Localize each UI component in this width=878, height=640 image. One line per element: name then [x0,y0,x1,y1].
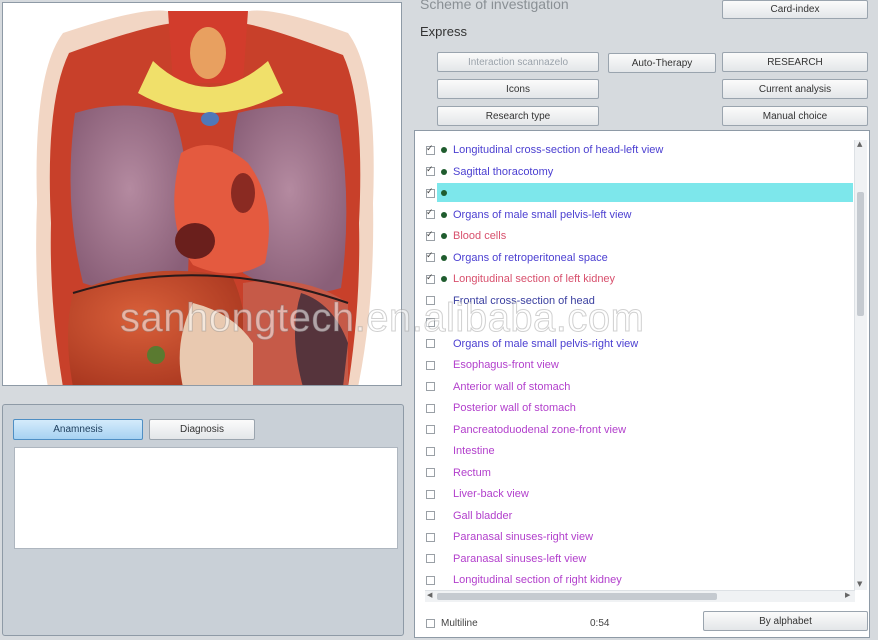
list-item-checkbox[interactable] [426,403,435,413]
scroll-down-icon[interactable]: ▼ [857,580,862,588]
list-item-checkbox[interactable] [426,250,435,262]
page-title: Scheme of investigation [420,0,569,12]
list-item-label: Blood cells [453,230,507,242]
list-item[interactable]: Organs of retroperitoneal space [426,248,608,268]
list-item[interactable] [426,183,453,203]
horizontal-scroll-thumb[interactable] [437,593,717,600]
list-item-label: Anterior wall of stomach [453,380,571,393]
list-item[interactable]: Blood cells [426,226,506,246]
status-dot-icon [441,254,447,261]
list-item-checkbox[interactable] [426,511,435,520]
auto-therapy-button[interactable]: Auto-Therapy [608,53,716,73]
list-item-label: Pancreatoduodenal zone-front view [453,423,627,436]
vertical-scroll-thumb[interactable] [857,192,864,316]
multiline-option[interactable]: Multiline [426,618,478,629]
list-item-checkbox[interactable] [426,272,435,284]
list-item-label: Longitudinal cross-section of head-left … [453,144,664,156]
list-item-label: Frontal cross-section of head [453,294,595,307]
list-item[interactable]: Anterior wall of stomach [426,377,570,397]
list-item-checkbox[interactable] [426,425,435,434]
list-item-label: Liver-back view [453,488,529,500]
list-item-checkbox[interactable] [426,317,435,327]
notes-panel: Anamnesis Diagnosis [2,404,404,636]
mode-label: Express [420,24,467,39]
vertical-scrollbar[interactable]: ▲ ▼ [854,140,867,590]
list-item[interactable]: Intestine [426,441,495,461]
anamnesis-text-area[interactable] [14,447,398,549]
elapsed-time: 0:54 [590,618,610,629]
list-item[interactable]: Paranasal sinuses-right view [426,527,593,547]
list-item[interactable]: Frontal cross-section of head [426,291,595,311]
list-item[interactable]: Organs of male small pelvis-right view [426,334,638,354]
card-index-button[interactable]: Card-index [722,0,868,19]
list-item-checkbox[interactable] [426,143,435,155]
list-item-checkbox[interactable] [426,296,435,305]
status-dot-icon [441,211,447,218]
current-analysis-button[interactable]: Current analysis [722,79,868,99]
multiline-label: Multiline [441,618,478,629]
list-item-label: Rectum [453,466,491,479]
list-item-checkbox[interactable] [426,382,435,391]
anamnesis-tab[interactable]: Anamnesis [13,419,143,440]
list-item-checkbox[interactable] [426,229,435,241]
list-item-label: Organs of male small pelvis-left view [453,208,632,221]
list-item[interactable]: Pancreatoduodenal zone-front view [426,420,626,440]
list-item-checkbox[interactable] [426,339,435,348]
list-item-label: Longitudinal section of left kidney [453,273,616,285]
status-dot-icon [441,276,447,282]
list-item-label: Paranasal sinuses-left view [453,552,587,565]
status-dot-icon [441,190,447,196]
list-item[interactable]: Organs of male small pelvis-left view [426,205,632,225]
list-item-label: Gall bladder [453,509,513,522]
list-item-checkbox[interactable] [426,468,435,477]
by-alphabet-button[interactable]: By alphabet [703,611,868,631]
list-item-label: Intestine [453,445,495,457]
icons-button[interactable]: Icons [437,79,599,99]
selected-row-highlight [437,183,853,202]
list-item-checkbox[interactable] [426,554,435,563]
list-item-label: Esophagus-front view [453,359,559,371]
list-item[interactable]: Esophagus-front view [426,355,559,375]
status-dot-icon [441,147,447,153]
list-item-checkbox[interactable] [426,575,435,585]
anatomy-image-panel [2,2,402,386]
list-item-checkbox[interactable] [426,446,435,456]
list-item-label: Posterior wall of stomach [453,402,576,414]
list-item-label: Longitudinal section of right kidney [453,574,622,586]
list-item[interactable]: Sagittal thoracotomy [426,162,553,182]
list-item[interactable]: Gall bladder [426,506,512,526]
list-item[interactable] [426,312,453,332]
list-item-checkbox[interactable] [426,360,435,370]
list-item[interactable]: Paranasal sinuses-left view [426,549,586,569]
torso-anatomy-image [36,10,374,385]
research-button[interactable]: RESEARCH [722,52,868,72]
list-item-checkbox[interactable] [426,207,435,219]
status-dot-icon [441,233,447,239]
list-item[interactable]: Posterior wall of stomach [426,398,576,418]
list-item-label: Paranasal sinuses-right view [453,531,594,543]
list-item[interactable]: Longitudinal section of right kidney [426,570,622,590]
list-item[interactable]: Liver-back view [426,484,529,504]
interaction-scan-button[interactable]: Interaction scannazelo [437,52,599,72]
status-dot-icon [441,168,447,175]
scroll-left-icon[interactable]: ◀ [427,591,432,599]
scroll-up-icon[interactable]: ▲ [857,140,862,148]
list-item-label: Organs of retroperitoneal space [453,251,608,264]
list-item[interactable]: Longitudinal section of left kidney [426,269,615,289]
list-item-checkbox[interactable] [426,186,435,198]
list-item[interactable]: Longitudinal cross-section of head-left … [426,140,663,160]
list-item-label: Sagittal thoracotomy [453,165,554,178]
manual-choice-button[interactable]: Manual choice [722,106,868,126]
list-item-checkbox[interactable] [426,489,435,499]
research-type-button[interactable]: Research type [437,106,599,126]
list-item-checkbox[interactable] [426,532,435,542]
list-item[interactable]: Rectum [426,463,491,483]
diagnosis-tab[interactable]: Diagnosis [149,419,255,440]
scroll-right-icon[interactable]: ▶ [845,591,850,599]
list-item-checkbox[interactable] [426,164,435,176]
multiline-checkbox[interactable] [426,619,435,628]
horizontal-scrollbar[interactable]: ◀ ▶ [425,590,855,602]
list-item-label: Organs of male small pelvis-right view [453,337,639,350]
